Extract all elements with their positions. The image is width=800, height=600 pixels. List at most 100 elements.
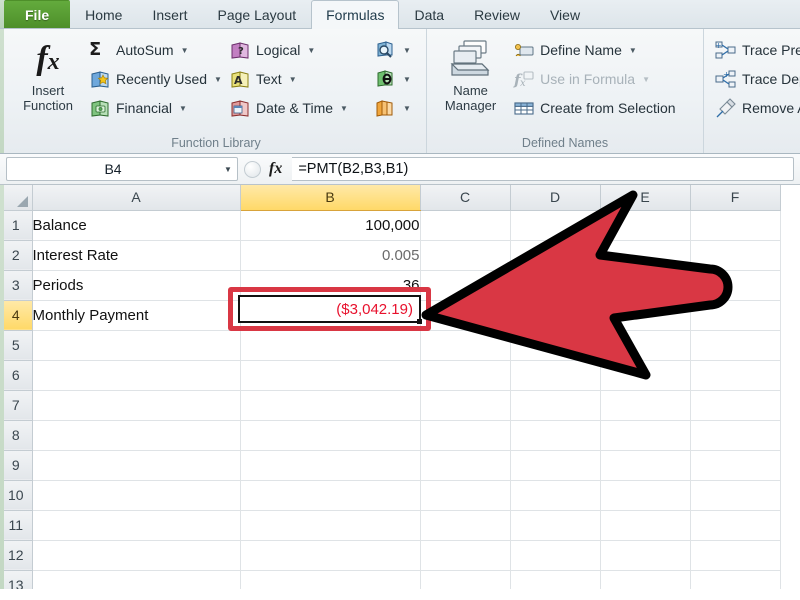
text-button[interactable]: A Text ▼ <box>224 65 372 93</box>
cell-E3[interactable] <box>600 270 691 301</box>
column-header-c[interactable]: C <box>420 185 511 211</box>
cell-E6[interactable] <box>600 360 691 391</box>
cell-E10[interactable] <box>600 480 691 511</box>
cell-B11[interactable] <box>240 510 421 541</box>
insert-function-button[interactable]: fx Insert Function <box>12 33 84 113</box>
cell-A13[interactable] <box>32 570 241 589</box>
row-header-2[interactable]: 2 <box>0 240 33 271</box>
cell-B6[interactable] <box>240 360 421 391</box>
cell-F5[interactable] <box>690 330 781 361</box>
column-header-a[interactable]: A <box>32 185 241 211</box>
formula-input[interactable]: =PMT(B2,B3,B1) <box>292 157 794 181</box>
cell-F13[interactable] <box>690 570 781 589</box>
cell-E1[interactable] <box>600 210 691 241</box>
cell-D2[interactable] <box>510 240 601 271</box>
cell-F7[interactable] <box>690 390 781 421</box>
column-header-e[interactable]: E <box>600 185 691 211</box>
cell-B5[interactable] <box>240 330 421 361</box>
name-manager-button[interactable]: Name Manager <box>433 33 508 113</box>
cell-A8[interactable] <box>32 420 241 451</box>
more-functions-button[interactable]: ▼ <box>372 94 420 122</box>
cell-F3[interactable] <box>690 270 781 301</box>
use-in-formula-button[interactable]: f x Use in Formula ▼ <box>508 65 697 93</box>
name-box[interactable]: B4 ▼ <box>6 157 238 181</box>
tab-view[interactable]: View <box>535 1 595 28</box>
row-header-11[interactable]: 11 <box>0 510 33 541</box>
chevron-down-icon[interactable]: ▼ <box>219 165 237 174</box>
create-from-selection-button[interactable]: Create from Selection <box>508 94 697 122</box>
cell-D8[interactable] <box>510 420 601 451</box>
row-header-9[interactable]: 9 <box>0 450 33 481</box>
fill-handle[interactable] <box>417 319 422 324</box>
cell-A9[interactable] <box>32 450 241 481</box>
cell-F6[interactable] <box>690 360 781 391</box>
cell-E11[interactable] <box>600 510 691 541</box>
column-header-f[interactable]: F <box>690 185 781 211</box>
cell-A12[interactable] <box>32 540 241 571</box>
cell-A1[interactable]: Balance <box>32 210 241 241</box>
cancel-enter-button[interactable] <box>244 160 261 178</box>
tab-data[interactable]: Data <box>399 1 459 28</box>
cell-E5[interactable] <box>600 330 691 361</box>
cell-B1[interactable]: 100,000 <box>240 210 421 241</box>
recently-used-button[interactable]: Recently Used ▼ <box>84 65 224 93</box>
row-header-7[interactable]: 7 <box>0 390 33 421</box>
financial-button[interactable]: Financial ▼ <box>84 94 224 122</box>
cell-F2[interactable] <box>690 240 781 271</box>
cell-F9[interactable] <box>690 450 781 481</box>
cell-A10[interactable] <box>32 480 241 511</box>
cell-C2[interactable] <box>420 240 511 271</box>
cell-C9[interactable] <box>420 450 511 481</box>
cell-D3[interactable] <box>510 270 601 301</box>
cell-B9[interactable] <box>240 450 421 481</box>
cell-E9[interactable] <box>600 450 691 481</box>
cell-E4[interactable] <box>600 300 691 331</box>
lookup-reference-button[interactable]: ▼ <box>372 36 420 64</box>
cell-F12[interactable] <box>690 540 781 571</box>
cell-C1[interactable] <box>420 210 511 241</box>
cell-F11[interactable] <box>690 510 781 541</box>
cell-C10[interactable] <box>420 480 511 511</box>
row-header-3[interactable]: 3 <box>0 270 33 301</box>
cell-A7[interactable] <box>32 390 241 421</box>
row-header-8[interactable]: 8 <box>0 420 33 451</box>
cell-D11[interactable] <box>510 510 601 541</box>
cell-C13[interactable] <box>420 570 511 589</box>
tab-review[interactable]: Review <box>459 1 535 28</box>
cell-E2[interactable] <box>600 240 691 271</box>
cell-B7[interactable] <box>240 390 421 421</box>
tab-formulas[interactable]: Formulas <box>311 0 400 29</box>
cell-B10[interactable] <box>240 480 421 511</box>
cell-D13[interactable] <box>510 570 601 589</box>
cell-D1[interactable] <box>510 210 601 241</box>
cell-C11[interactable] <box>420 510 511 541</box>
cell-D12[interactable] <box>510 540 601 571</box>
cell-C8[interactable] <box>420 420 511 451</box>
row-header-4[interactable]: 4 <box>0 300 33 331</box>
insert-function-icon[interactable]: fx <box>265 160 286 178</box>
cell-B2[interactable]: 0.005 <box>240 240 421 271</box>
tab-file[interactable]: File <box>4 0 71 28</box>
cell-A4[interactable]: Monthly Payment <box>32 300 241 331</box>
trace-precedents-button[interactable]: + Trace Pre <box>710 36 800 64</box>
cell-D4[interactable] <box>510 300 601 331</box>
row-header-6[interactable]: 6 <box>0 360 33 391</box>
date-time-button[interactable]: Date & Time ▼ <box>224 94 372 122</box>
tab-home[interactable]: Home <box>70 1 137 28</box>
cell-A11[interactable] <box>32 510 241 541</box>
cell-C12[interactable] <box>420 540 511 571</box>
row-header-12[interactable]: 12 <box>0 540 33 571</box>
cell-D10[interactable] <box>510 480 601 511</box>
tab-insert[interactable]: Insert <box>137 1 202 28</box>
cell-B12[interactable] <box>240 540 421 571</box>
cell-A3[interactable]: Periods <box>32 270 241 301</box>
cell-A5[interactable] <box>32 330 241 361</box>
cell-C7[interactable] <box>420 390 511 421</box>
cell-F1[interactable] <box>690 210 781 241</box>
cell-B13[interactable] <box>240 570 421 589</box>
column-header-d[interactable]: D <box>510 185 601 211</box>
cell-F4[interactable] <box>690 300 781 331</box>
cell-D7[interactable] <box>510 390 601 421</box>
cell-A2[interactable]: Interest Rate <box>32 240 241 271</box>
math-trig-button[interactable]: ▼ <box>372 65 420 93</box>
